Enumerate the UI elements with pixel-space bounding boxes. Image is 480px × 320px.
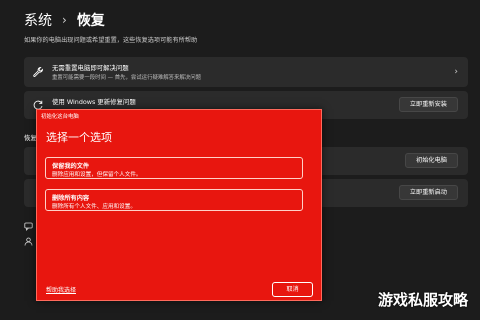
- page-subtitle: 如果你的电脑出现问题或希望重置，这些恢复选项可能有所帮助: [24, 37, 198, 44]
- restart-now-button[interactable]: 立即重新启动: [398, 185, 458, 200]
- breadcrumb: 系统 › 恢复: [24, 10, 105, 30]
- chevron-right-icon: ›: [454, 67, 458, 77]
- breadcrumb-parent[interactable]: 系统: [24, 10, 52, 30]
- person-icon[interactable]: [24, 237, 33, 248]
- fix-problems-title: 无需重置电脑即可解决问题: [52, 64, 129, 72]
- fix-problems-card[interactable]: 无需重置电脑即可解决问题 重置可能需要一段时间 — 首先，尝试运行疑难解答来解决…: [24, 57, 468, 87]
- dialog-heading: 选择一个选项: [46, 131, 112, 144]
- feedback-icon[interactable]: [24, 222, 33, 233]
- keep-my-files-desc: 删除应用和设置，但保留个人文件。: [52, 172, 142, 178]
- cancel-button[interactable]: 取消: [272, 282, 313, 297]
- reset-pc-dialog: 初始化这台电脑 选择一个选项 保留我的文件 删除应用和设置，但保留个人文件。 删…: [36, 109, 322, 301]
- watermark-text: 游戏私服攻略: [377, 291, 468, 309]
- reset-pc-button[interactable]: 初始化电脑: [405, 153, 458, 168]
- recovery-section-label: 恢复: [24, 134, 37, 142]
- remove-everything-option[interactable]: 删除所有内容 删除所有个人文件、应用和设置。: [45, 189, 303, 211]
- help-me-choose-link[interactable]: 帮助我选择: [46, 285, 76, 294]
- remove-everything-desc: 删除所有个人文件、应用和设置。: [52, 204, 136, 210]
- breadcrumb-current: 恢复: [76, 13, 105, 29]
- keep-my-files-title: 保留我的文件: [52, 163, 90, 170]
- remove-everything-title: 删除所有内容: [52, 195, 90, 202]
- keep-my-files-option[interactable]: 保留我的文件 删除应用和设置，但保留个人文件。: [45, 157, 303, 179]
- breadcrumb-separator: ›: [62, 13, 67, 27]
- windows-update-title: 使用 Windows 更新修复问题: [52, 98, 136, 106]
- fix-problems-desc: 重置可能需要一段时间 — 首先，尝试运行疑难解答来解决问题: [52, 75, 201, 81]
- wrench-icon: [32, 66, 44, 78]
- dialog-caption: 初始化这台电脑: [41, 114, 79, 120]
- reinstall-now-button[interactable]: 立即重新安装: [398, 97, 458, 112]
